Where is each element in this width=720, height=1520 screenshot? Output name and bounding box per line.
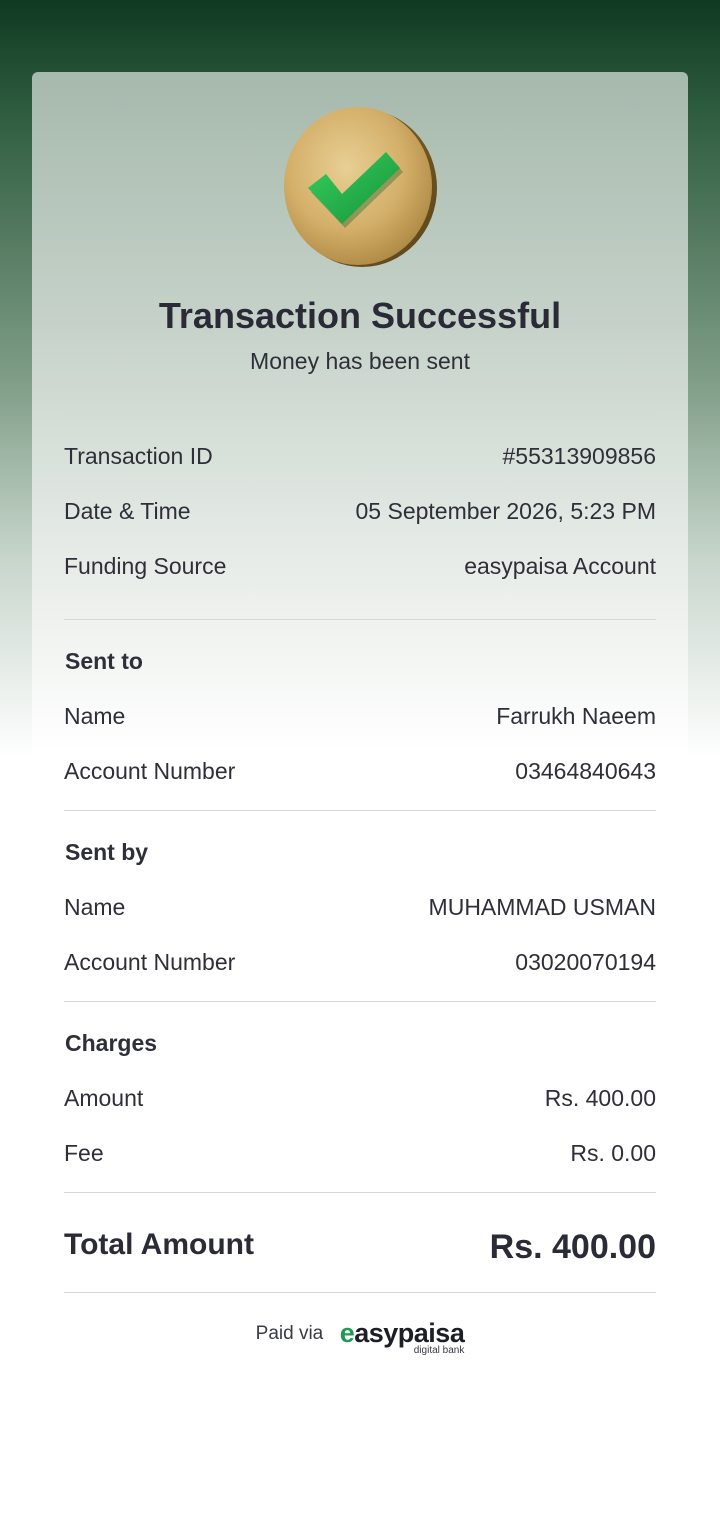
divider [64, 810, 656, 811]
row-label: Account Number [64, 949, 236, 975]
page-subtitle: Money has been sent [250, 348, 470, 374]
paid-via-footer: Paid via easypaisa digital bank [0, 1318, 720, 1358]
row-value: 03020070194 [515, 949, 656, 975]
divider [64, 1001, 656, 1002]
row-label: Name [64, 703, 126, 729]
row-value: MUHAMMAD USMAN [428, 894, 656, 920]
row-value: 03464840643 [515, 758, 656, 784]
sent-to-name-row: Name Farrukh Naeem [64, 696, 656, 736]
row-value: Farrukh Naeem [496, 703, 656, 729]
sent-to-account-row: Account Number 03464840643 [64, 751, 656, 791]
detail-label: Funding Source [64, 553, 227, 579]
check-coin-icon [284, 107, 437, 267]
easypaisa-logo: easypaisa digital bank [340, 1318, 465, 1356]
sent-by-name-row: Name MUHAMMAD USMAN [64, 887, 656, 927]
page-title: Transaction Successful [158, 295, 562, 336]
section-heading-sent-to: Sent to [65, 648, 143, 674]
divider [64, 1192, 656, 1193]
total-value: Rs. 400.00 [489, 1228, 656, 1266]
detail-value: #55313909856 [502, 443, 657, 469]
row-value: Rs. 0.00 [570, 1140, 656, 1166]
brand-name-first: e [339, 1318, 355, 1348]
detail-row-date-time: Date & Time 05 September 2026, 5:23 PM [64, 491, 656, 531]
row-label: Fee [64, 1140, 104, 1166]
row-label: Name [64, 894, 126, 920]
paid-via-text: Paid via [255, 1323, 324, 1344]
detail-value: easypaisa Account [464, 553, 656, 579]
section-heading-sent-by: Sent by [65, 839, 149, 865]
charges-fee-row: Fee Rs. 0.00 [64, 1133, 656, 1173]
brand-name: easypaisa [340, 1318, 465, 1348]
divider [64, 619, 656, 620]
detail-row-funding-source: Funding Source easypaisa Account [64, 546, 656, 586]
charges-amount-row: Amount Rs. 400.00 [64, 1078, 656, 1118]
brand-name-rest: asypaisa [354, 1318, 465, 1348]
total-amount-row: Total Amount Rs. 400.00 [64, 1218, 656, 1272]
sent-by-account-row: Account Number 03020070194 [64, 942, 656, 982]
row-label: Account Number [64, 758, 236, 784]
detail-value: 05 September 2026, 5:23 PM [355, 498, 656, 524]
divider [64, 1292, 656, 1293]
detail-row-transaction-id: Transaction ID #55313909856 [64, 436, 656, 476]
row-value: Rs. 400.00 [544, 1085, 656, 1111]
detail-label: Date & Time [64, 498, 191, 524]
detail-label: Transaction ID [64, 443, 213, 469]
total-label: Total Amount [64, 1228, 254, 1261]
row-label: Amount [64, 1085, 144, 1111]
section-heading-charges: Charges [65, 1030, 158, 1056]
divider [64, 414, 656, 415]
